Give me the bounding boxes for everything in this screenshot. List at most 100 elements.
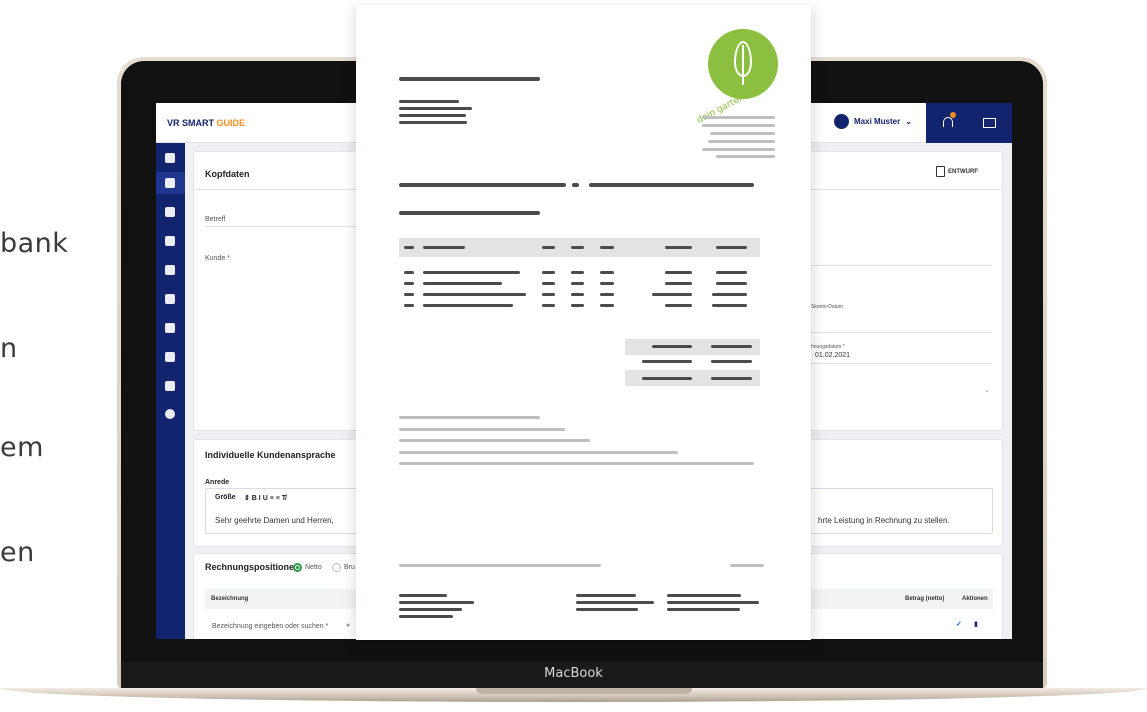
status-badge: ENTWURF	[936, 166, 978, 177]
col-aktionen: Aktionen	[962, 596, 988, 602]
doc-line	[399, 594, 447, 597]
notification-badge	[950, 112, 956, 118]
info-icon[interactable]: ●	[346, 622, 350, 629]
doc-line	[665, 304, 692, 307]
stage: bank n em en VR SMART GUIDE Maxi Muster …	[0, 0, 1147, 712]
confirm-check-icon[interactable]: ✓	[956, 620, 962, 628]
gear-icon[interactable]	[165, 381, 175, 391]
side-text-2: n	[0, 333, 18, 364]
betreff-label: Betreff	[205, 216, 226, 223]
skonto-label: Skonto-Datum	[811, 304, 843, 310]
doc-line	[576, 608, 638, 611]
home-icon[interactable]	[165, 153, 175, 163]
doc-line	[399, 564, 601, 567]
sidebar	[156, 143, 185, 639]
doc-line	[642, 377, 692, 380]
doc-line	[642, 360, 692, 363]
font-size-select[interactable]: Größe	[215, 494, 236, 501]
doc-line	[399, 211, 540, 215]
laptop-notch	[476, 688, 692, 694]
brutto-radio[interactable]	[332, 563, 341, 572]
bell-icon[interactable]	[943, 117, 953, 127]
greeting-text[interactable]: Sehr geehrte Damen und Herren,	[215, 516, 334, 525]
mail-icon[interactable]	[983, 118, 996, 128]
user-menu[interactable]: Maxi Muster ⌄	[834, 114, 912, 129]
kunde-label: Kunde *	[205, 255, 230, 262]
doc-line	[600, 293, 614, 296]
doc-line	[600, 271, 614, 274]
col-betrag: Betrag (netto)	[905, 596, 945, 602]
doc-line	[667, 601, 759, 604]
closing-text[interactable]: hrte Leistung in Rechnung zu stellen.	[818, 516, 950, 525]
kopfdaten-title: Kopfdaten	[205, 169, 250, 179]
chevron-down-icon[interactable]: ⌄	[984, 386, 990, 394]
doc-line	[702, 124, 775, 127]
doc-line	[542, 293, 555, 296]
doc-line	[716, 246, 747, 249]
doc-line	[423, 293, 526, 296]
help-icon[interactable]	[165, 409, 175, 419]
device-brand: MacBook	[544, 666, 603, 681]
kundenansprache-title: Individuelle Kundenansprache	[205, 450, 336, 460]
doc-line	[399, 451, 678, 454]
user-name: Maxi Muster	[854, 117, 901, 126]
doc-line	[716, 271, 747, 274]
top-actions	[926, 103, 1012, 143]
doc-line	[572, 183, 579, 187]
people-icon[interactable]	[165, 352, 175, 362]
doc-line	[423, 271, 520, 274]
doc-line	[571, 282, 584, 285]
incoming-invoice-icon[interactable]	[165, 207, 175, 217]
doc-line	[404, 293, 414, 296]
doc-line	[399, 428, 565, 431]
rechnungsdatum-value[interactable]: 01.02.2021	[815, 352, 850, 359]
doc-line	[399, 77, 540, 81]
doc-line	[399, 416, 540, 419]
doc-line	[600, 246, 614, 249]
bezeichnung-input[interactable]: Bezeichnung eingeben oder suchen *	[212, 623, 328, 630]
netto-radio[interactable]	[293, 563, 302, 572]
bank-icon[interactable]	[165, 294, 175, 304]
doc-line	[571, 271, 584, 274]
leaf-stem-icon	[742, 45, 744, 85]
side-text-3: em	[0, 432, 44, 463]
app-logo[interactable]: VR SMART GUIDE	[167, 118, 245, 128]
doc-line	[399, 439, 590, 442]
right-field-line[interactable]	[799, 265, 992, 266]
doc-line	[542, 304, 555, 307]
doc-line	[665, 271, 692, 274]
doc-line	[711, 345, 752, 348]
doc-line	[710, 132, 775, 135]
doc-line	[404, 282, 414, 285]
doc-line	[711, 377, 752, 380]
side-text-4: en	[0, 537, 35, 568]
doc-line	[665, 282, 692, 285]
table-icon[interactable]	[165, 265, 175, 275]
rechnungsdatum-label: hnungsdatum *	[811, 344, 845, 350]
folder-icon[interactable]	[165, 323, 175, 333]
avatar-icon	[834, 114, 849, 129]
doc-line	[702, 148, 775, 151]
doc-line	[708, 140, 775, 143]
document-icon[interactable]	[165, 236, 175, 246]
doc-line	[399, 121, 467, 124]
doc-line	[702, 116, 775, 119]
delete-trash-icon[interactable]: ▮	[974, 620, 978, 628]
doc-line	[600, 304, 614, 307]
invoice-document: dein gartenbau.de	[356, 5, 811, 640]
rechnungsdatum-input[interactable]	[811, 363, 992, 364]
format-toolbar-icons[interactable]: ⇕ B I U ≡ ≡ T̸	[244, 494, 286, 502]
outgoing-invoice-icon[interactable]	[165, 178, 175, 188]
doc-line	[399, 107, 472, 110]
skonto-input[interactable]	[811, 332, 992, 333]
doc-line	[576, 594, 636, 597]
doc-line	[665, 246, 692, 249]
doc-line	[667, 608, 740, 611]
side-text-1: bank	[0, 228, 69, 259]
doc-line	[712, 304, 747, 307]
doc-line	[399, 100, 459, 103]
doc-line	[542, 246, 555, 249]
doc-line	[571, 293, 584, 296]
chevron-down-icon: ⌄	[905, 117, 912, 126]
positionen-title: Rechnungspositionen	[205, 562, 300, 572]
